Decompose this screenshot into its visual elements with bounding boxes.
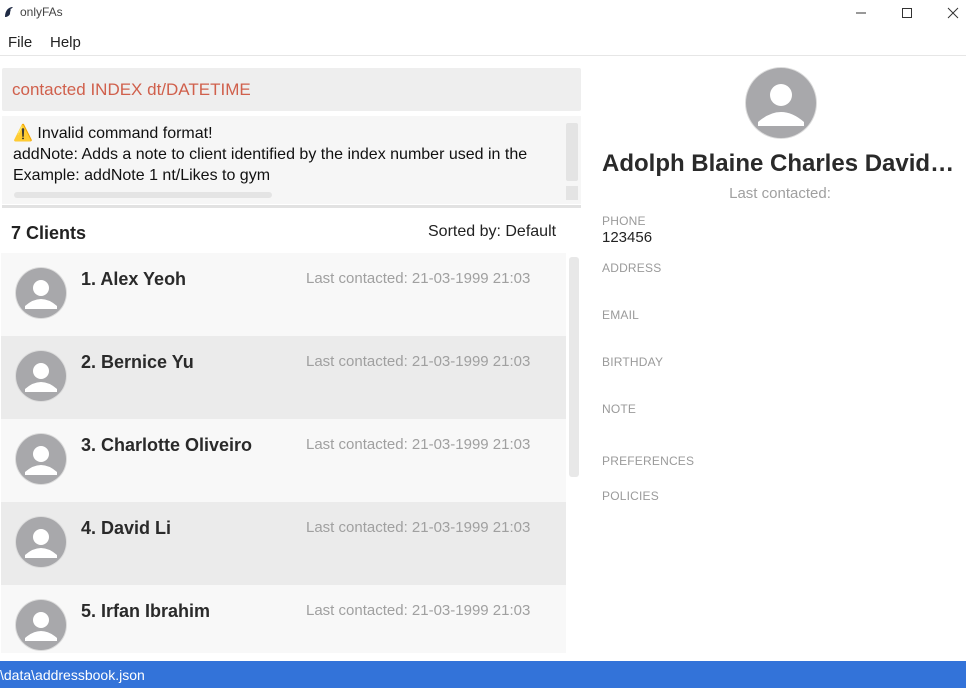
client-last-contacted: Last contacted: 21-03-1999 21:03	[306, 270, 531, 287]
result-horizontal-scrollbar[interactable]	[14, 192, 272, 198]
title-bar: onlyFAs	[0, 0, 966, 26]
command-input[interactable]: contacted INDEX dt/DATETIME	[12, 80, 251, 100]
phone-label: PHONE	[602, 214, 646, 228]
close-icon	[947, 7, 959, 19]
detail-avatar	[746, 68, 816, 138]
panel-divider[interactable]	[2, 205, 581, 208]
detail-client-name: Adolph Blaine Charles David Ea...	[602, 150, 958, 177]
client-count: 7 Clients	[11, 223, 87, 243]
result-display: ⚠️ Invalid command format! addNote: Adds…	[2, 116, 581, 204]
result-scroll-corner	[566, 186, 578, 200]
list-item[interactable]: 3. Charlotte Oliveiro Last contacted: 21…	[1, 419, 566, 502]
minimize-button[interactable]	[838, 0, 884, 26]
menu-file[interactable]: File	[8, 34, 32, 51]
client-name: 3. Charlotte Oliveiro	[81, 435, 253, 455]
person-icon	[25, 529, 57, 558]
avatar	[16, 351, 66, 401]
window-title: onlyFAs	[20, 5, 63, 19]
client-list: 1. Alex Yeoh Last contacted: 21-03-1999 …	[0, 253, 566, 653]
person-icon	[25, 363, 57, 392]
person-icon	[25, 280, 57, 309]
note-label: NOTE	[602, 402, 637, 416]
person-icon	[758, 84, 804, 126]
address-label: ADDRESS	[602, 261, 662, 275]
status-bar: \data\addressbook.json	[0, 661, 966, 688]
client-last-contacted: Last contacted: 21-03-1999 21:03	[306, 602, 531, 619]
maximize-icon	[902, 8, 912, 18]
list-item[interactable]: 2. Bernice Yu Last contacted: 21-03-1999…	[1, 336, 566, 419]
list-item[interactable]: 4. David Li Last contacted: 21-03-1999 2…	[1, 502, 566, 585]
avatar	[16, 268, 66, 318]
avatar	[16, 517, 66, 567]
menu-bar: File Help	[0, 28, 966, 56]
policies-label: POLICIES	[602, 489, 659, 503]
client-name: 5. Irfan Ibrahim	[81, 601, 211, 621]
app-logo-icon	[5, 7, 13, 17]
avatar	[16, 434, 66, 484]
person-icon	[25, 446, 57, 475]
sort-indicator: Sorted by: Default	[428, 223, 557, 240]
birthday-label: BIRTHDAY	[602, 355, 664, 369]
client-name: 1. Alex Yeoh	[81, 269, 187, 289]
person-icon	[25, 612, 57, 641]
client-name: 4. David Li	[81, 518, 172, 538]
save-location: \data\addressbook.json	[0, 667, 145, 683]
command-box[interactable]: contacted INDEX dt/DATETIME	[2, 68, 581, 111]
menu-help[interactable]: Help	[50, 34, 81, 51]
client-name: 2. Bernice Yu	[81, 352, 194, 372]
maximize-button[interactable]	[884, 0, 930, 26]
detail-last-contacted: Last contacted:	[729, 185, 831, 202]
phone-value: 123456	[602, 229, 653, 246]
client-last-contacted: Last contacted: 21-03-1999 21:03	[306, 436, 531, 453]
list-item[interactable]: 5. Irfan Ibrahim Last contacted: 21-03-1…	[1, 585, 566, 653]
client-last-contacted: Last contacted: 21-03-1999 21:03	[306, 353, 531, 370]
avatar	[16, 600, 66, 650]
client-list-scrollbar[interactable]	[569, 257, 579, 477]
client-last-contacted: Last contacted: 21-03-1999 21:03	[306, 519, 531, 536]
email-label: EMAIL	[602, 308, 640, 322]
result-message: ⚠️ Invalid command format! addNote: Adds…	[13, 125, 528, 184]
close-button[interactable]	[930, 0, 966, 26]
list-item[interactable]: 1. Alex Yeoh Last contacted: 21-03-1999 …	[1, 253, 566, 336]
preferences-label: PREFERENCES	[602, 454, 695, 468]
result-vertical-scrollbar[interactable]	[566, 123, 578, 181]
minimize-icon	[856, 12, 866, 14]
